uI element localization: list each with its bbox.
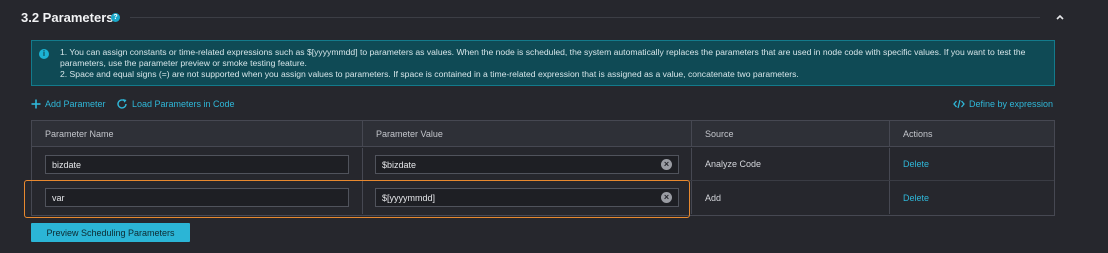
add-parameter-label: Add Parameter [45,99,106,109]
question-icon[interactable]: ? [111,13,120,22]
actions-cell: Delete [889,181,1054,214]
header-source: Source [691,121,889,146]
column-divider [362,181,363,214]
info-notice: i 1. You can assign constants or time-re… [31,40,1055,86]
load-parameters-label: Load Parameters in Code [132,99,235,109]
notice-line-1: 1. You can assign constants or time-rela… [60,47,1026,68]
define-by-expression-button[interactable]: Define by expression [953,96,1053,112]
parameter-toolbar: Add Parameter Load Parameters in Code De… [31,96,1055,112]
header-divider [130,17,1040,18]
parameter-table: Parameter Name Parameter Value Source Ac… [31,120,1055,216]
section-title: 3.2 Parameters [21,10,114,25]
notice-line-2: 2. Space and equal signs (=) are not sup… [60,69,799,79]
source-cell: Analyze Code [691,148,889,180]
load-parameters-button[interactable]: Load Parameters in Code [116,96,235,112]
column-divider [362,148,363,180]
plus-icon [31,99,41,109]
header-actions: Actions [889,121,1054,146]
delete-link[interactable]: Delete [903,193,929,203]
actions-cell: Delete [889,148,1054,180]
refresh-icon [117,99,127,109]
clear-icon[interactable]: × [661,192,672,203]
add-parameter-button[interactable]: Add Parameter [31,96,106,112]
define-by-expression-label: Define by expression [969,99,1054,109]
parameter-name-input[interactable] [45,188,349,207]
table-row: × Add Delete [32,181,1054,214]
parameter-value-input[interactable] [375,188,679,207]
parameter-name-input[interactable] [45,155,349,174]
section-header: 3.2 Parameters ? [0,0,1108,36]
info-icon: i [39,49,49,59]
notice-text: 1. You can assign constants or time-rela… [60,47,1050,80]
clear-icon[interactable]: × [661,159,672,170]
chevron-up-icon[interactable] [1054,11,1066,23]
delete-link[interactable]: Delete [903,159,929,169]
source-cell: Add [691,181,889,214]
header-parameter-value: Parameter Value [362,121,691,146]
table-header: Parameter Name Parameter Value Source Ac… [32,121,1054,147]
preview-scheduling-parameters-button[interactable]: Preview Scheduling Parameters [31,223,190,242]
table-row: × Analyze Code Delete [32,148,1054,181]
code-icon [953,99,965,109]
header-parameter-name: Parameter Name [45,128,114,139]
parameter-value-input[interactable] [375,155,679,174]
